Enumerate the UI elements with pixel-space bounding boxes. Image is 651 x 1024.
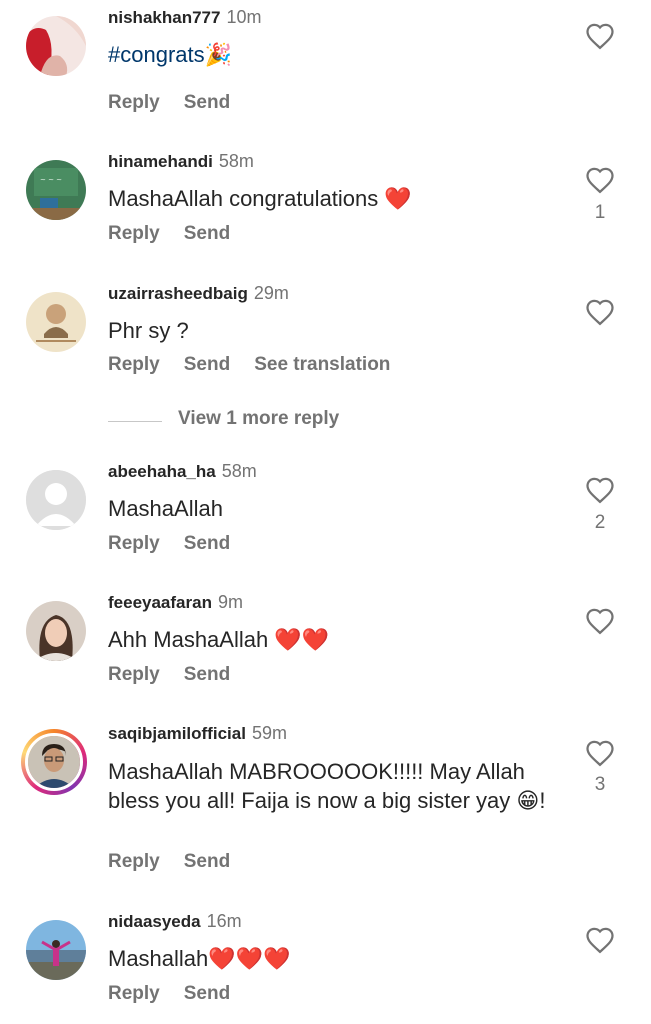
comment-meta: nidaasyeda 16m bbox=[108, 911, 242, 932]
reply-button[interactable]: Reply bbox=[108, 664, 160, 685]
reply-button[interactable]: Reply bbox=[108, 354, 160, 375]
heart-icon[interactable] bbox=[585, 298, 615, 326]
like-count: 2 bbox=[594, 512, 606, 533]
comment-meta: feeeyaafaran 9m bbox=[108, 592, 243, 613]
send-button[interactable]: Send bbox=[184, 983, 230, 1004]
username[interactable]: nidaasyeda bbox=[108, 912, 201, 931]
username[interactable]: feeeyaafaran bbox=[108, 593, 212, 612]
username[interactable]: uzairrasheedbaig bbox=[108, 284, 248, 303]
comment-text[interactable]: MashaAllah MABROOOOOK!!!!! May Allah ble… bbox=[108, 757, 548, 815]
comment-actions: Reply Send bbox=[108, 664, 254, 686]
reply-button[interactable]: Reply bbox=[108, 92, 160, 113]
send-button[interactable]: Send bbox=[184, 533, 230, 554]
like-count: 1 bbox=[594, 202, 606, 223]
comment-meta: nishakhan777 10m bbox=[108, 7, 261, 28]
send-button[interactable]: Send bbox=[184, 354, 230, 375]
comment-text[interactable]: Ahh MashaAllah ❤️❤️ bbox=[108, 625, 548, 654]
avatar[interactable] bbox=[26, 470, 86, 530]
username[interactable]: saqibjamilofficial bbox=[108, 724, 246, 743]
timestamp: 59m bbox=[251, 723, 287, 743]
view-more-replies-label[interactable]: View 1 more reply bbox=[178, 408, 339, 430]
comment-meta: uzairrasheedbaig 29m bbox=[108, 283, 289, 304]
avatar[interactable] bbox=[26, 292, 86, 352]
see-translation-button[interactable]: See translation bbox=[254, 354, 390, 375]
heart-icon[interactable] bbox=[585, 607, 615, 635]
heart-icon[interactable] bbox=[585, 22, 615, 50]
timestamp: 29m bbox=[253, 283, 289, 303]
divider bbox=[108, 421, 162, 422]
reply-button[interactable]: Reply bbox=[108, 223, 160, 244]
comment-actions: Reply Send bbox=[108, 92, 254, 114]
send-button[interactable]: Send bbox=[184, 851, 230, 872]
send-button[interactable]: Send bbox=[184, 92, 230, 113]
comment-text[interactable]: Mashallah❤️❤️❤️ bbox=[108, 944, 548, 973]
like-count: 3 bbox=[594, 774, 606, 795]
svg-text:~ ~ ~: ~ ~ ~ bbox=[40, 176, 62, 184]
username[interactable]: abeehaha_ha bbox=[108, 462, 216, 481]
reply-button[interactable]: Reply bbox=[108, 851, 160, 872]
comment-meta: saqibjamilofficial 59m bbox=[108, 723, 287, 744]
avatar[interactable] bbox=[26, 920, 86, 980]
reply-button[interactable]: Reply bbox=[108, 983, 160, 1004]
comment-text[interactable]: MashaAllah bbox=[108, 494, 548, 523]
timestamp: 58m bbox=[221, 461, 257, 481]
comment-actions: Reply Send bbox=[108, 223, 254, 245]
avatar[interactable] bbox=[26, 601, 86, 661]
comment-text[interactable]: MashaAllah congratulations ❤️ bbox=[108, 184, 548, 213]
heart-icon[interactable] bbox=[585, 166, 615, 194]
comment-actions: Reply Send bbox=[108, 983, 254, 1005]
timestamp: 58m bbox=[218, 151, 254, 171]
timestamp: 10m bbox=[226, 7, 262, 27]
comment-text[interactable]: #congrats🎉 bbox=[108, 40, 548, 69]
comment-actions: Reply Send bbox=[108, 533, 254, 555]
send-button[interactable]: Send bbox=[184, 664, 230, 685]
comment-actions: Reply Send bbox=[108, 851, 254, 873]
username[interactable]: hinamehandi bbox=[108, 152, 213, 171]
comment-text[interactable]: Phr sy ? bbox=[108, 316, 548, 345]
avatar-story-ring[interactable] bbox=[21, 729, 87, 795]
heart-icon[interactable] bbox=[585, 476, 615, 504]
comment-actions: Reply Send See translation bbox=[108, 354, 414, 376]
timestamp: 16m bbox=[206, 911, 242, 931]
avatar[interactable]: ~ ~ ~ bbox=[26, 160, 86, 220]
reply-button[interactable]: Reply bbox=[108, 533, 160, 554]
avatar[interactable] bbox=[26, 16, 86, 76]
comment-meta: hinamehandi 58m bbox=[108, 151, 254, 172]
heart-icon[interactable] bbox=[585, 926, 615, 954]
heart-icon[interactable] bbox=[585, 739, 615, 767]
comment-meta: abeehaha_ha 58m bbox=[108, 461, 257, 482]
username[interactable]: nishakhan777 bbox=[108, 8, 220, 27]
send-button[interactable]: Send bbox=[184, 223, 230, 244]
avatar bbox=[25, 733, 83, 791]
timestamp: 9m bbox=[217, 592, 243, 612]
